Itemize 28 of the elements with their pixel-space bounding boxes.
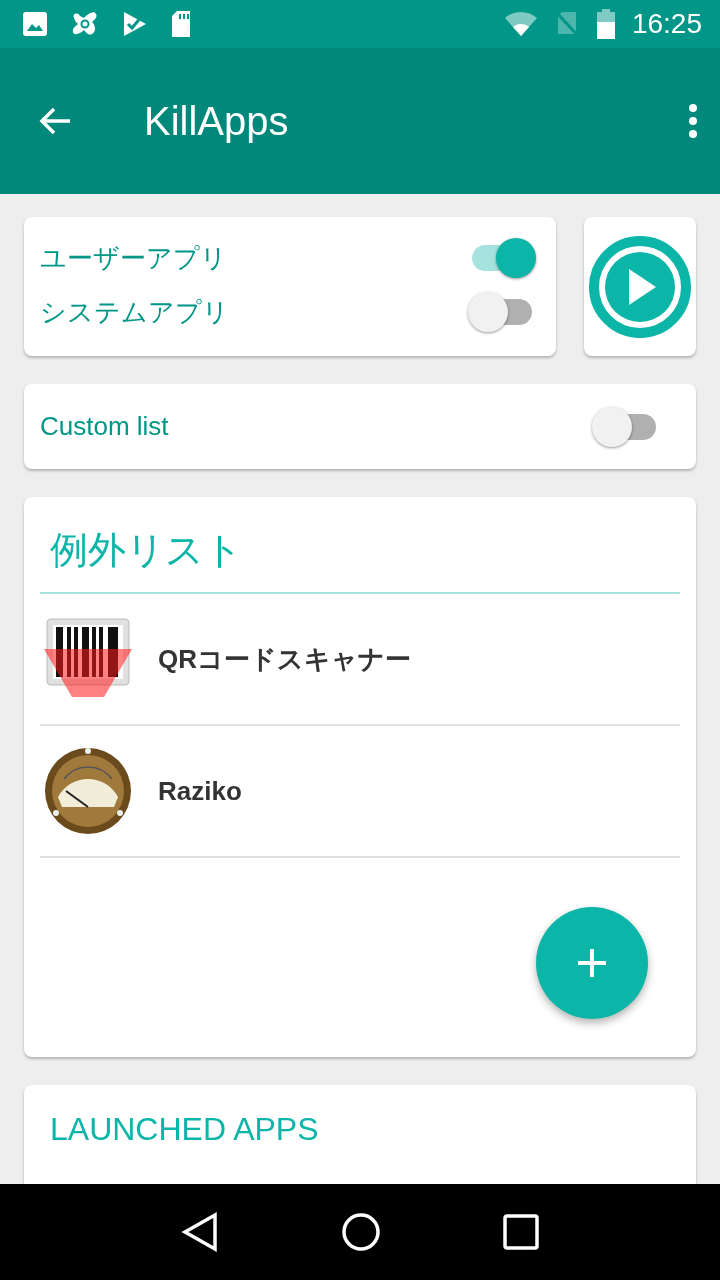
add-button[interactable] <box>536 907 648 1019</box>
app-name: Raziko <box>158 775 242 807</box>
app-list-item[interactable]: QRコードスキャナー <box>40 594 680 726</box>
home-nav-icon[interactable] <box>341 1212 381 1252</box>
battery-icon <box>595 9 616 39</box>
image-icon <box>22 11 48 37</box>
gauge-icon <box>44 747 132 835</box>
recents-nav-icon[interactable] <box>503 1214 539 1250</box>
back-arrow-icon <box>38 106 72 136</box>
custom-list-label: Custom list <box>40 411 169 442</box>
play-button[interactable] <box>584 217 696 356</box>
wifi-icon <box>503 11 538 37</box>
check-icon <box>122 10 148 38</box>
section-title: 例外リスト <box>40 521 680 594</box>
back-button[interactable] <box>38 106 72 136</box>
app-list-item[interactable]: Raziko <box>40 726 680 858</box>
app-title: KillApps <box>144 98 290 144</box>
section-title: LAUNCHED APPS <box>50 1111 320 1148</box>
plus-icon <box>576 947 608 979</box>
filter-label: ユーザーアプリ <box>40 241 227 275</box>
filter-label: システムアプリ <box>40 295 229 329</box>
app-name: QRコードスキャナー <box>158 642 411 676</box>
sd-card-icon <box>170 10 192 38</box>
more-options-button[interactable] <box>688 104 698 138</box>
more-icon <box>688 104 698 138</box>
back-nav-icon[interactable] <box>181 1212 219 1252</box>
clock: 16:25 <box>631 8 702 40</box>
play-icon <box>589 235 691 338</box>
